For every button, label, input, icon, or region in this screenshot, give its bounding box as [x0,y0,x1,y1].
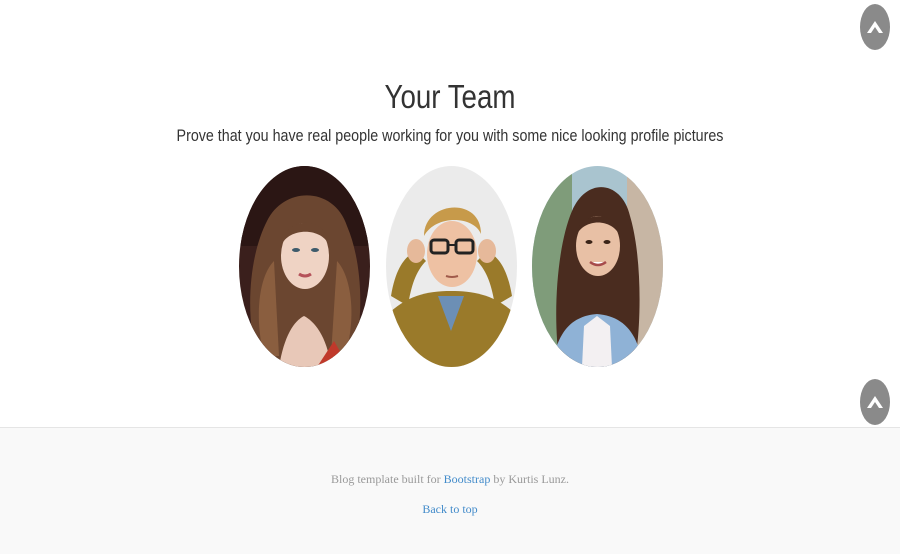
bootstrap-link[interactable]: Bootstrap [444,472,491,486]
back-to-top: Back to top [0,502,900,517]
team-member-avatar [532,166,663,367]
team-title: Your Team [384,78,516,115]
team-member-avatar [239,166,370,367]
back-to-top-link[interactable]: Back to top [422,502,477,516]
man-glasses-portrait [386,166,517,367]
team-member-avatar [386,166,517,367]
woman-curly-hair-portrait [239,166,370,367]
blog-footer: Blog template built for Bootstrap by Kur… [0,427,900,554]
footer-credit: Blog template built for Bootstrap by Kur… [0,472,900,487]
woman-long-hair-portrait [532,166,663,367]
credit-prefix: Blog template built for [331,472,444,486]
credit-suffix: by Kurtis Lunz. [490,472,569,486]
team-avatars [239,166,663,367]
team-section: Your Team Prove that you have real peopl… [0,0,900,427]
team-subtitle: Prove that you have real people working … [176,126,724,145]
